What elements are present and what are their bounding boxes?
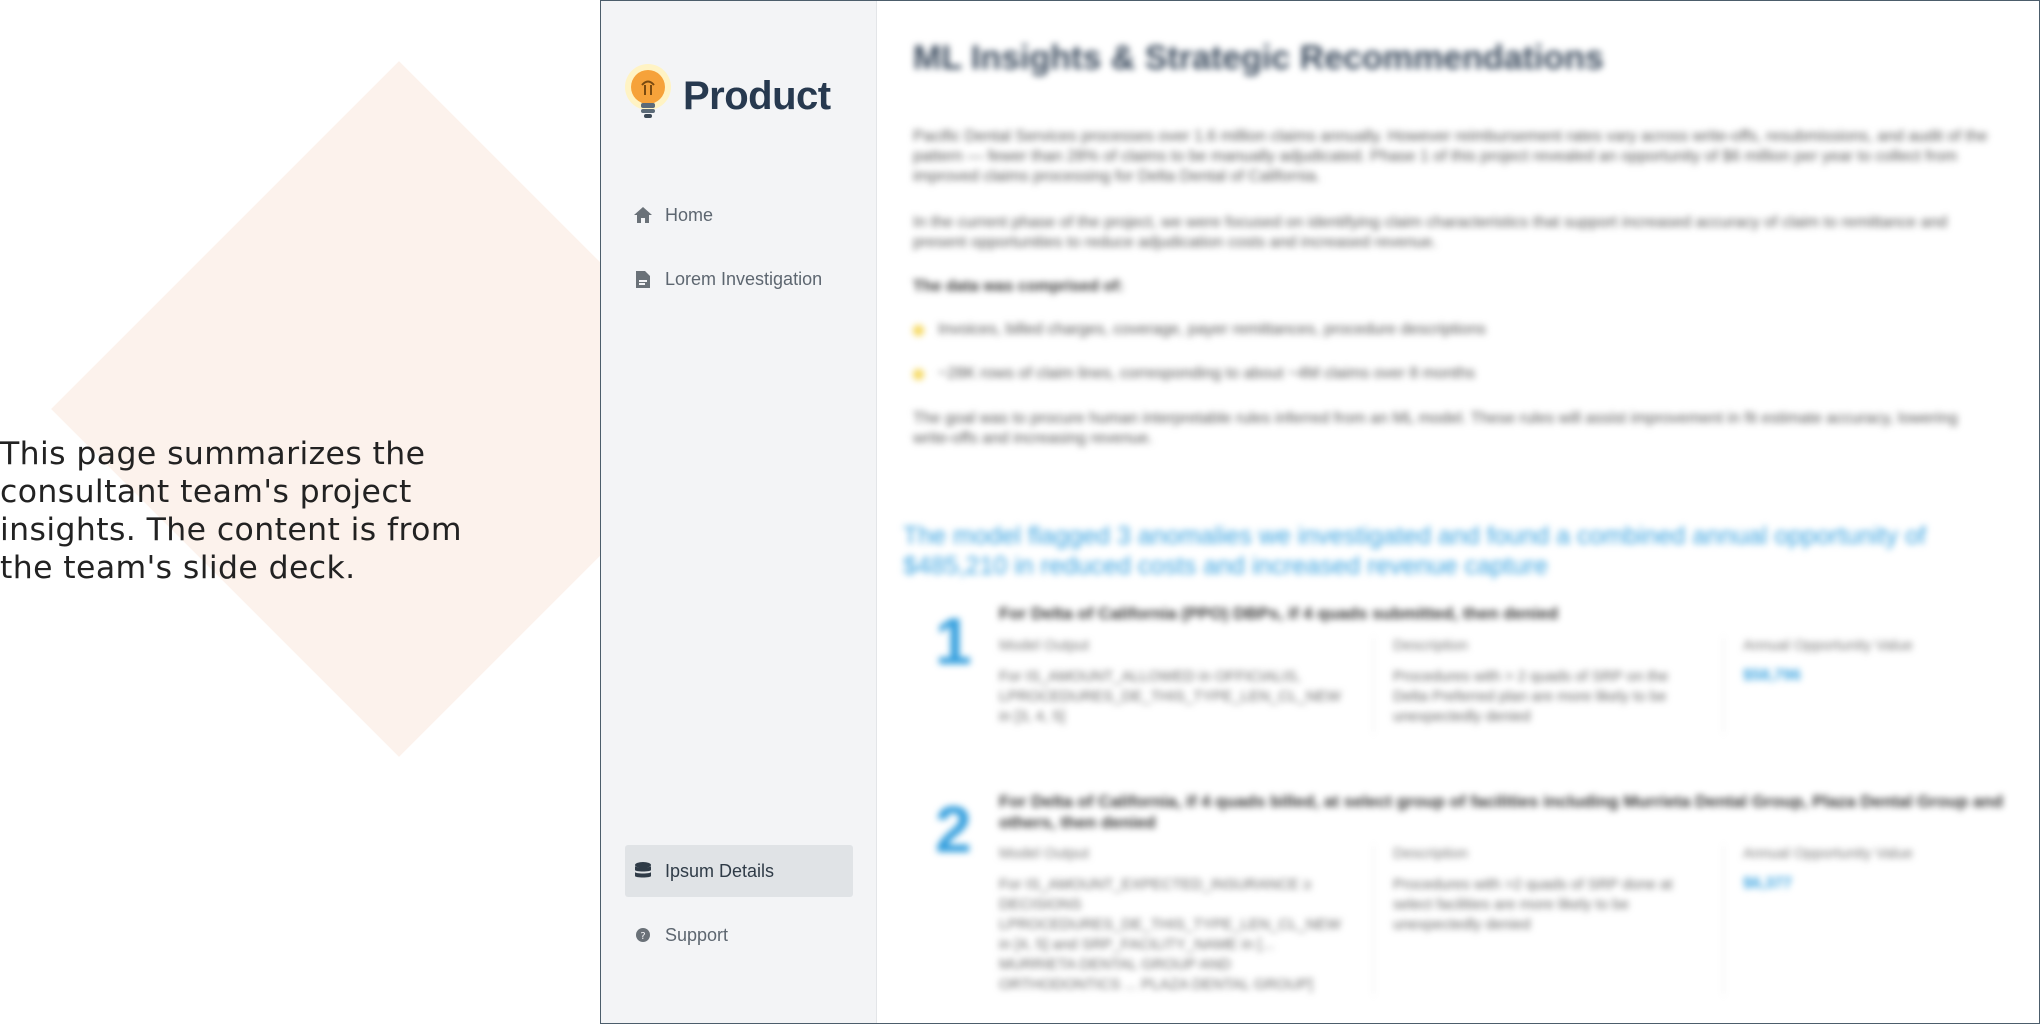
sidebar-item-ipsum-details[interactable]: Ipsum Details	[625, 845, 853, 897]
sidebar-item-home[interactable]: Home	[625, 189, 853, 241]
sidebar-item-support[interactable]: ? Support	[625, 909, 853, 961]
intro-paragraph: Pacific Dental Services processes over 1…	[913, 128, 1988, 185]
brand-title: Product	[683, 73, 831, 118]
sidebar-item-label: Lorem Investigation	[665, 268, 823, 289]
document-icon	[633, 269, 653, 289]
data-heading: The data was comprised of:	[913, 278, 1124, 295]
question-icon: ?	[633, 925, 653, 945]
main-content: ML Insights & Strategic Recommendations …	[877, 1, 2039, 1023]
goal-paragraph: The goal was to procure human interpreta…	[913, 410, 1958, 447]
sidebar-item-lorem-investigation[interactable]: Lorem Investigation	[625, 253, 853, 305]
column-header-model-output: Model Output	[999, 845, 1090, 862]
column-divider	[1723, 637, 1724, 733]
sidebar: Product Home Lorem Investigation Ipsum D…	[601, 1, 877, 1023]
opportunity-value: $58,796	[1743, 667, 1801, 684]
column-header-model-output: Model Output	[999, 637, 1090, 654]
list-item: Invoices, billed charges, coverage, paye…	[913, 321, 1486, 339]
svg-text:?: ?	[640, 931, 645, 942]
list-item: ~28K rows of claim lines, corresponding …	[913, 365, 1475, 383]
lightbulb-icon	[623, 63, 673, 129]
database-icon	[633, 861, 653, 881]
description-text: Procedures with > 2 quads of SRP on the …	[1393, 668, 1669, 725]
column-header-value: Annual Opportunity Value	[1743, 845, 1913, 862]
app-window: Product Home Lorem Investigation Ipsum D…	[600, 0, 2040, 1024]
insight-title: For Delta of California, if 4 quads bill…	[999, 792, 2004, 832]
opportunity-value: $6,377	[1743, 875, 1792, 892]
brand[interactable]: Product	[623, 63, 831, 129]
page-title: ML Insights & Strategic Recommendations	[913, 39, 1604, 77]
insight-number: 2	[935, 792, 972, 866]
column-divider	[1373, 637, 1374, 733]
home-icon	[633, 205, 653, 225]
column-header-description: Description	[1393, 637, 1469, 654]
model-output-text: For IS_AMOUNT_EXPECTED_INSURANCE ≥ DECIS…	[999, 876, 1341, 993]
insight-title: For Delta of California (PPO) DBPs, if 4…	[999, 604, 1559, 623]
column-divider	[1723, 845, 1724, 995]
sidebar-item-label: Support	[665, 924, 729, 945]
bullet-dot-icon	[913, 324, 924, 336]
column-divider	[1373, 845, 1374, 995]
page-caption: This page summarizes the consultant team…	[0, 436, 462, 586]
bullet-dot-icon	[913, 368, 924, 380]
list-item-text: ~28K rows of claim lines, corresponding …	[938, 365, 1476, 382]
highlight-statement: The model flagged 3 anomalies we investi…	[903, 522, 1926, 580]
column-header-description: Description	[1393, 845, 1469, 862]
description-text: Procedures with >2 quads of SRP done at …	[1393, 876, 1673, 933]
list-item-text: Invoices, billed charges, coverage, paye…	[938, 321, 1486, 338]
sidebar-item-label: Ipsum Details	[665, 860, 775, 881]
column-header-value: Annual Opportunity Value	[1743, 637, 1913, 654]
model-output-text: For IS_AMOUNT_ALLOWED in OFFICIALIS, LPR…	[999, 668, 1341, 725]
phase-paragraph: In the current phase of the project, we …	[913, 214, 1948, 251]
insight-number: 1	[935, 604, 972, 678]
sidebar-item-label: Home	[665, 204, 714, 225]
